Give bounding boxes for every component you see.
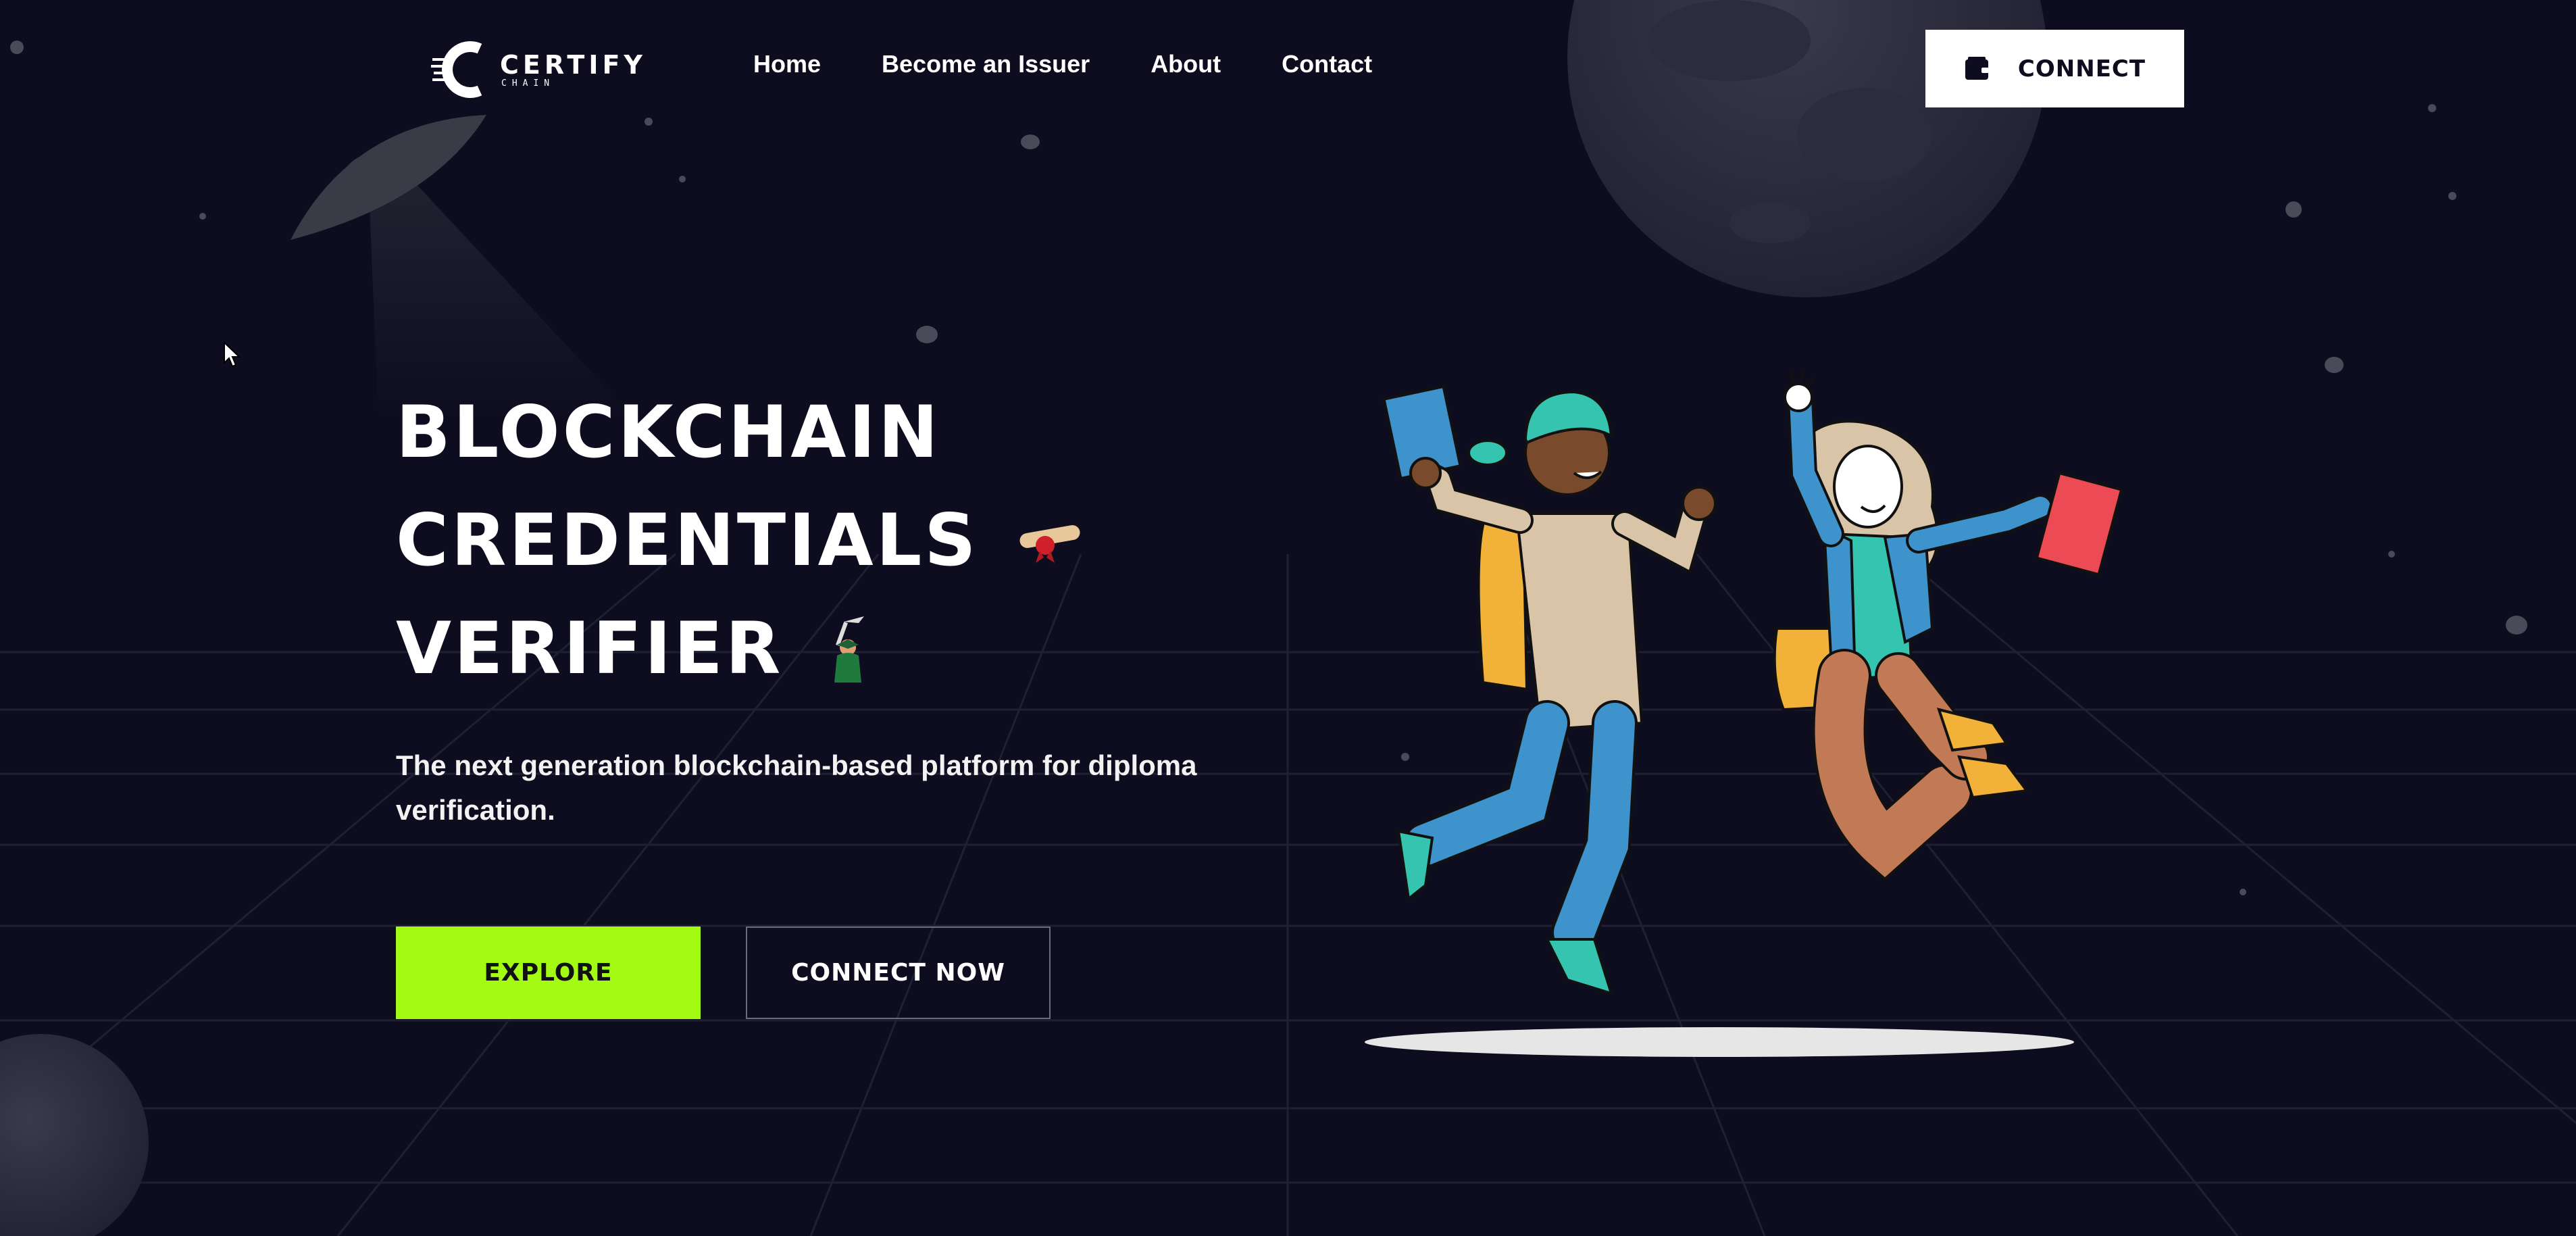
nav-contact[interactable]: Contact — [1282, 50, 1372, 78]
space-background — [0, 0, 2576, 1236]
connect-button-label: CONNECT — [2017, 55, 2146, 82]
jumping-students-illustration — [1365, 372, 2123, 1057]
wallet-icon — [1965, 56, 1990, 80]
brand-name: CERTIFY — [500, 49, 647, 80]
mouse-cursor-icon — [224, 341, 241, 368]
hero-title-line-1: BLOCKCHAIN — [396, 391, 941, 474]
nav-become-issuer[interactable]: Become an Issuer — [882, 50, 1090, 78]
brand-subname: CHAIN — [501, 78, 555, 89]
hero-title: BLOCKCHAIN CREDENTIALS VERIFIER — [396, 378, 1087, 703]
connect-button[interactable]: CONNECT — [1925, 30, 2184, 107]
hero-title-line-3: VERIFIER — [396, 607, 784, 690]
nav-home[interactable]: Home — [753, 50, 821, 78]
hero-subtitle: The next generation blockchain-based pla… — [396, 749, 1197, 826]
main-nav: Home Become an Issuer About Contact — [753, 50, 1433, 78]
graduate-icon — [834, 616, 865, 683]
hero-title-line-2: CREDENTIALS — [396, 499, 979, 582]
diploma-scroll-icon — [1019, 525, 1080, 563]
explore-button[interactable]: EXPLORE — [396, 926, 701, 1019]
connect-now-button[interactable]: CONNECT NOW — [746, 926, 1051, 1019]
certify-c-logo-icon — [431, 41, 482, 98]
nav-about[interactable]: About — [1151, 50, 1221, 78]
brand-logo[interactable]: CERTIFY CHAIN — [431, 39, 647, 100]
